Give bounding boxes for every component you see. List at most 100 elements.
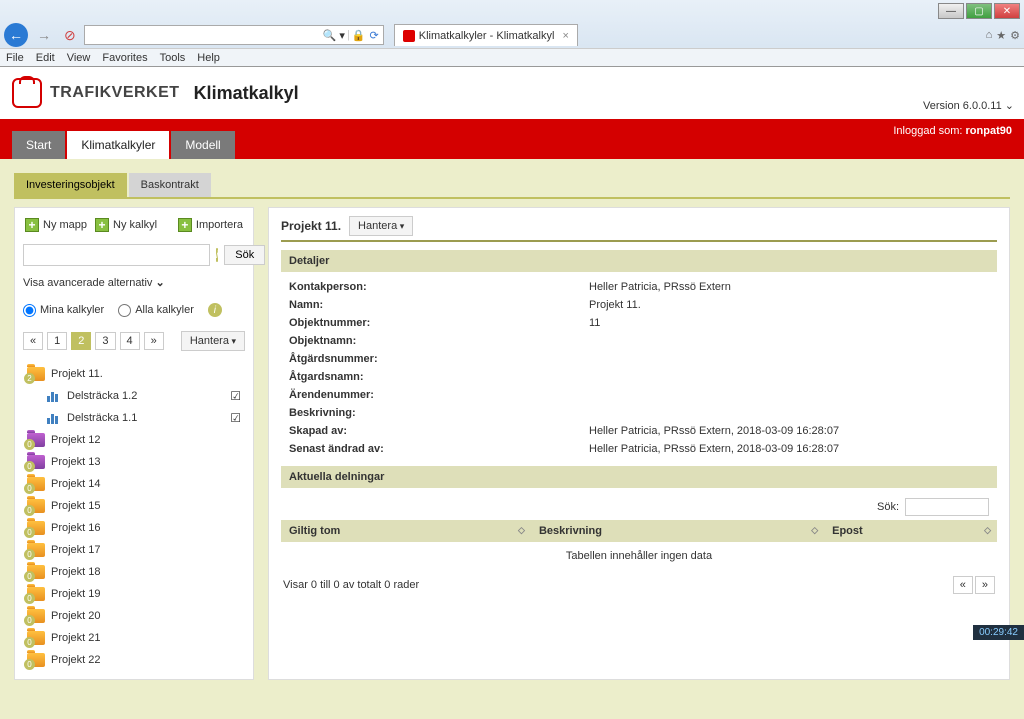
subtab-investeringsobjekt[interactable]: Investeringsobjekt (14, 173, 127, 197)
tree-project-21[interactable]: 0Projekt 21 (23, 627, 245, 649)
search-input[interactable] (23, 244, 210, 266)
maximize-button[interactable]: ▢ (966, 3, 992, 19)
lbl-kontakt: Kontakperson: (289, 281, 589, 293)
browser-chrome: — ▢ ✕ ← → ⊘ 🔍 ▾ | 🔒 ⟳ Klimatkalkyler - K… (0, 0, 1024, 67)
sort-icon: ◇ (518, 525, 525, 536)
delningar-search-input[interactable] (905, 498, 989, 516)
lbl-objnr: Objektnummer: (289, 317, 589, 329)
val-objnr: 11 (589, 317, 989, 329)
section-detaljer: Detaljer (281, 250, 997, 272)
info-icon[interactable]: i (208, 303, 222, 317)
tbl-prev[interactable]: « (953, 576, 973, 594)
tree-project-17[interactable]: 0Projekt 17 (23, 539, 245, 561)
lbl-arende: Ärendenummer: (289, 389, 589, 401)
close-button[interactable]: ✕ (994, 3, 1020, 19)
val-namn: Projekt 11. (589, 299, 989, 311)
favorites-icon[interactable]: ★ (996, 29, 1006, 42)
stop-icon[interactable]: ⊘ (64, 27, 76, 44)
lbl-namn: Namn: (289, 299, 589, 311)
page-4[interactable]: 4 (120, 332, 140, 350)
sok-button[interactable]: Sök (224, 245, 265, 265)
folder-icon: 0 (27, 587, 45, 601)
th-beskr[interactable]: Beskrivning◇ (531, 520, 824, 542)
browser-tab[interactable]: Klimatkalkyler - Klimatkalkyl × (394, 24, 578, 46)
sub-tabs: Investeringsobjekt Baskontrakt (14, 173, 1010, 199)
menu-view[interactable]: View (67, 52, 91, 64)
delningar-table: Giltig tom◇ Beskrivning◇ Epost◇ Tabellen… (281, 520, 997, 570)
tree-project-11[interactable]: 2Projekt 11. (23, 363, 245, 385)
val-kontakt: Heller Patricia, PRssö Extern (589, 281, 989, 293)
sidebar: +Ny mapp +Ny kalkyl +Importera i Sök Vis… (14, 207, 254, 680)
login-user: ronpat90 (966, 125, 1012, 137)
advanced-toggle[interactable]: Visa avancerade alternativ (23, 276, 245, 289)
home-icon[interactable]: ⌂ (986, 29, 993, 42)
menu-tools[interactable]: Tools (160, 52, 186, 64)
page-2[interactable]: 2 (71, 332, 91, 350)
tab-modell[interactable]: Modell (171, 131, 234, 159)
hantera-main-dropdown[interactable]: Hantera (349, 216, 413, 236)
importera-button[interactable]: +Importera (176, 216, 245, 234)
tree-project-14[interactable]: 0Projekt 14 (23, 473, 245, 495)
menu-favorites[interactable]: Favorites (102, 52, 147, 64)
plus-icon: + (178, 218, 192, 232)
page-prev[interactable]: « (23, 332, 43, 350)
sort-icon: ◇ (984, 525, 991, 536)
login-info: Inloggad som: ronpat90 (893, 125, 1012, 137)
tab-klimatkalkyler[interactable]: Klimatkalkyler (67, 131, 169, 159)
menu-help[interactable]: Help (197, 52, 220, 64)
forward-button[interactable]: → (32, 23, 56, 47)
app-body: Investeringsobjekt Baskontrakt +Ny mapp … (0, 159, 1024, 719)
app-title: Klimatkalkyl (194, 83, 299, 104)
page-1[interactable]: 1 (47, 332, 67, 350)
project-tree: 2Projekt 11. Delsträcka 1.2☑ Delsträcka … (23, 363, 245, 671)
folder-icon: 0 (27, 565, 45, 579)
page-3[interactable]: 3 (95, 332, 115, 350)
checkbox-icon[interactable]: ☑ (230, 389, 241, 403)
info-icon[interactable]: i (216, 248, 218, 262)
tree-project-19[interactable]: 0Projekt 19 (23, 583, 245, 605)
th-giltig[interactable]: Giltig tom◇ (281, 520, 531, 542)
window-titlebar: — ▢ ✕ (0, 0, 1024, 22)
subtab-baskontrakt[interactable]: Baskontrakt (129, 173, 211, 197)
th-epost[interactable]: Epost◇ (824, 520, 997, 542)
radio-alla[interactable]: Alla kalkyler (118, 304, 194, 317)
favicon-icon (403, 30, 415, 42)
folder-icon: 2 (27, 367, 45, 381)
tree-project-20[interactable]: 0Projekt 20 (23, 605, 245, 627)
menu-edit[interactable]: Edit (36, 52, 55, 64)
folder-icon: 0 (27, 543, 45, 557)
version-label[interactable]: Version 6.0.0.11 (923, 99, 1014, 112)
ny-kalkyl-button[interactable]: +Ny kalkyl (93, 216, 159, 234)
sort-icon: ◇ (811, 525, 818, 536)
hantera-dropdown[interactable]: Hantera (181, 331, 245, 351)
folder-icon: 0 (27, 609, 45, 623)
tab-start[interactable]: Start (12, 131, 65, 159)
folder-icon: 0 (27, 477, 45, 491)
back-button[interactable]: ← (4, 23, 28, 47)
tree-project-16[interactable]: 0Projekt 16 (23, 517, 245, 539)
address-bar[interactable]: 🔍 ▾ | 🔒 ⟳ (84, 25, 384, 45)
minimize-button[interactable]: — (938, 3, 964, 19)
tree-delstracka-12[interactable]: Delsträcka 1.2☑ (23, 385, 245, 407)
checkbox-icon[interactable]: ☑ (230, 411, 241, 425)
lbl-atgnr: Åtgärdsnummer: (289, 353, 589, 365)
radio-mina[interactable]: Mina kalkyler (23, 304, 104, 317)
ny-mapp-button[interactable]: +Ny mapp (23, 216, 89, 234)
lbl-atgnamn: Åtgardsnamn: (289, 371, 589, 383)
gear-icon[interactable]: ⚙ (1010, 29, 1020, 42)
app-header: TRAFIKVERKET Klimatkalkyl Version 6.0.0.… (0, 67, 1024, 119)
page-next[interactable]: » (144, 332, 164, 350)
tree-project-18[interactable]: 0Projekt 18 (23, 561, 245, 583)
status-clock: 00:29:42 (973, 625, 1024, 640)
tree-project-22[interactable]: 0Projekt 22 (23, 649, 245, 671)
tree-delstracka-11[interactable]: Delsträcka 1.1☑ (23, 407, 245, 429)
tab-close-icon[interactable]: × (562, 30, 568, 42)
menu-file[interactable]: File (6, 52, 24, 64)
refresh-icon[interactable]: ⟳ (370, 29, 379, 42)
tree-project-12[interactable]: 0Projekt 12 (23, 429, 245, 451)
chart-icon (47, 412, 61, 424)
tbl-next[interactable]: » (975, 576, 995, 594)
tree-project-13[interactable]: 0Projekt 13 (23, 451, 245, 473)
chart-icon (47, 390, 61, 402)
tree-project-15[interactable]: 0Projekt 15 (23, 495, 245, 517)
